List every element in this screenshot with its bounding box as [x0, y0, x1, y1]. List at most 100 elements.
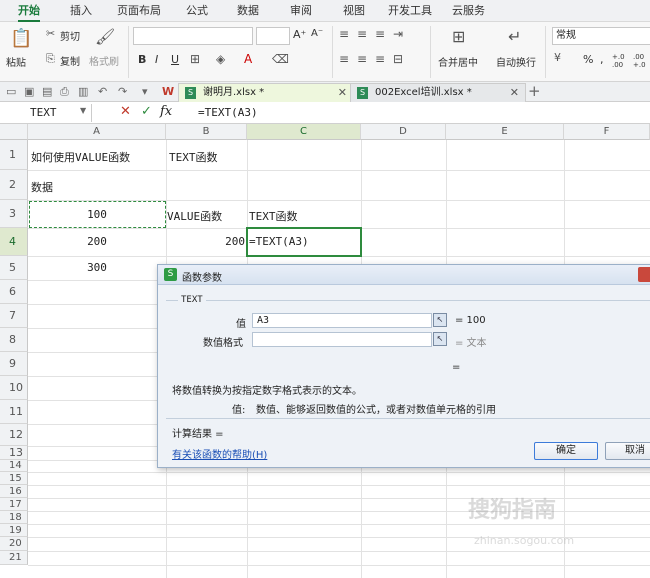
row-header-12[interactable]: 12 — [0, 424, 28, 446]
row-header-4[interactable]: 4 — [0, 228, 28, 256]
row-header-5[interactable]: 5 — [0, 256, 28, 280]
paste-button[interactable]: 粘贴 — [6, 54, 26, 69]
increase-decimal-button[interactable]: +.0 .00 — [612, 53, 630, 69]
cell-b3[interactable]: VALUE函数 — [167, 208, 222, 224]
redo-icon[interactable]: ↷ — [118, 85, 127, 98]
align-middle-icon[interactable]: ≡ — [357, 27, 367, 41]
ok-button[interactable]: 确定 — [534, 442, 598, 460]
cell-b1[interactable]: TEXT函数 — [169, 149, 218, 165]
clear-format-icon[interactable]: ⌫ — [272, 52, 289, 66]
row-header-7[interactable]: 7 — [0, 304, 28, 328]
close-icon[interactable] — [638, 267, 650, 282]
align-center-icon[interactable]: ≡ — [357, 52, 367, 66]
column-header-c[interactable]: C — [247, 124, 361, 140]
tab-cloud[interactable]: 云服务 — [452, 0, 485, 22]
row-header-8[interactable]: 8 — [0, 328, 28, 352]
close-icon[interactable]: ✕ — [510, 84, 519, 102]
folder-icon[interactable]: ▭ — [6, 85, 16, 98]
cell-b4[interactable]: 200 — [166, 235, 245, 248]
function-help-link[interactable]: 有关该函数的帮助(H) — [172, 446, 267, 461]
arg2-input[interactable] — [252, 332, 432, 347]
chevron-down-icon[interactable]: ▾ — [142, 85, 148, 98]
row-header-6[interactable]: 6 — [0, 280, 28, 304]
formula-input[interactable]: =TEXT(A3) — [198, 106, 258, 119]
distribute-icon[interactable]: ⊟ — [393, 52, 403, 66]
row-header-13[interactable]: 13 — [0, 446, 28, 460]
print-preview-icon[interactable]: ▤ — [42, 85, 52, 98]
tab-formulas[interactable]: 公式 — [186, 0, 208, 22]
border-icon[interactable]: ⊞ — [190, 52, 200, 66]
print-icon[interactable]: ⎙ — [60, 85, 69, 99]
align-right-icon[interactable]: ≡ — [375, 52, 385, 66]
row-header-20[interactable]: 20 — [0, 537, 28, 551]
export-icon[interactable]: ▥ — [78, 85, 88, 98]
column-header-a[interactable]: A — [28, 124, 166, 140]
column-header-d[interactable]: D — [361, 124, 446, 140]
tab-developer[interactable]: 开发工具 — [388, 0, 432, 22]
insert-function-button[interactable]: fx — [160, 104, 172, 119]
currency-icon[interactable]: ¥ — [554, 51, 561, 64]
row-header-14[interactable]: 14 — [0, 460, 28, 472]
merge-center-icon[interactable]: ⊞ — [452, 27, 465, 46]
bold-button[interactable]: B — [138, 53, 146, 66]
row-header-2[interactable]: 2 — [0, 170, 28, 200]
scissors-icon[interactable]: ✂ — [46, 27, 55, 40]
row-header-10[interactable]: 10 — [0, 376, 28, 400]
copy-button[interactable]: 复制 — [60, 53, 80, 68]
close-icon[interactable]: ✕ — [338, 84, 347, 102]
font-grow-button[interactable]: A⁺ — [293, 28, 306, 41]
row-header-17[interactable]: 17 — [0, 498, 28, 511]
row-header-9[interactable]: 9 — [0, 352, 28, 376]
row-header-1[interactable]: 1 — [0, 140, 28, 170]
arg1-input[interactable]: A3 — [252, 313, 432, 328]
cell-c3[interactable]: TEXT函数 — [249, 208, 298, 224]
number-format-select[interactable]: 常规 — [552, 27, 650, 45]
align-left-icon[interactable]: ≡ — [339, 52, 349, 66]
fill-color-icon[interactable]: ◈ — [216, 52, 225, 66]
tab-document-2[interactable]: S 002Excel培训.xlsx * ✕ — [350, 83, 526, 102]
font-color-icon[interactable]: A — [244, 52, 252, 66]
cell-a2[interactable]: 数据 — [31, 179, 53, 195]
font-size-select[interactable] — [256, 27, 290, 45]
comma-button[interactable]: , — [600, 53, 604, 66]
decrease-decimal-button[interactable]: .00 +.0 — [633, 53, 650, 69]
row-header-16[interactable]: 16 — [0, 485, 28, 498]
cell-c4[interactable]: =TEXT(A3) — [249, 235, 309, 248]
column-header-f[interactable]: F — [564, 124, 650, 140]
copy-icon[interactable]: ⎘ — [46, 52, 55, 66]
cell-a4[interactable]: 200 — [28, 235, 166, 248]
font-name-select[interactable] — [133, 27, 253, 45]
cancel-formula-button[interactable]: ✕ — [120, 104, 131, 119]
tab-data[interactable]: 数据 — [237, 0, 259, 22]
chevron-down-icon[interactable]: ▼ — [80, 106, 86, 115]
confirm-formula-button[interactable]: ✓ — [141, 104, 152, 119]
cell-a3[interactable]: 100 — [28, 208, 166, 221]
font-shrink-button[interactable]: A⁻ — [311, 28, 323, 39]
align-top-icon[interactable]: ≡ — [339, 27, 349, 41]
align-bottom-icon[interactable]: ≡ — [375, 27, 385, 41]
percent-button[interactable]: % — [583, 53, 593, 66]
save-icon[interactable]: ▣ — [24, 85, 34, 98]
tab-page-layout[interactable]: 页面布局 — [117, 0, 161, 22]
cancel-button[interactable]: 取消 — [605, 442, 650, 460]
row-header-3[interactable]: 3 — [0, 200, 28, 228]
paste-icon[interactable]: 📋 — [10, 28, 32, 49]
wrap-text-icon[interactable]: ↵ — [508, 27, 521, 46]
row-header-15[interactable]: 15 — [0, 472, 28, 485]
column-header-b[interactable]: B — [166, 124, 247, 140]
brush-icon[interactable]: 🖌 — [95, 27, 115, 46]
wrap-text-button[interactable]: 自动换行 — [496, 54, 536, 69]
undo-icon[interactable]: ↶ — [98, 85, 107, 98]
row-header-11[interactable]: 11 — [0, 400, 28, 424]
cell-a1[interactable]: 如何使用VALUE函数 — [31, 149, 130, 165]
tab-document-1[interactable]: S 谢明月.xlsx * ✕ — [178, 83, 354, 102]
cut-button[interactable]: 剪切 — [60, 28, 80, 43]
underline-button[interactable]: U — [171, 53, 179, 66]
tab-view[interactable]: 视图 — [343, 0, 365, 22]
name-box[interactable]: TEXT — [0, 104, 92, 122]
row-header-19[interactable]: 19 — [0, 524, 28, 537]
select-all-corner[interactable] — [0, 124, 28, 140]
indent-icon[interactable]: ⇥ — [393, 27, 403, 41]
tab-home[interactable]: 开始 — [18, 0, 40, 22]
tab-insert[interactable]: 插入 — [70, 0, 92, 22]
